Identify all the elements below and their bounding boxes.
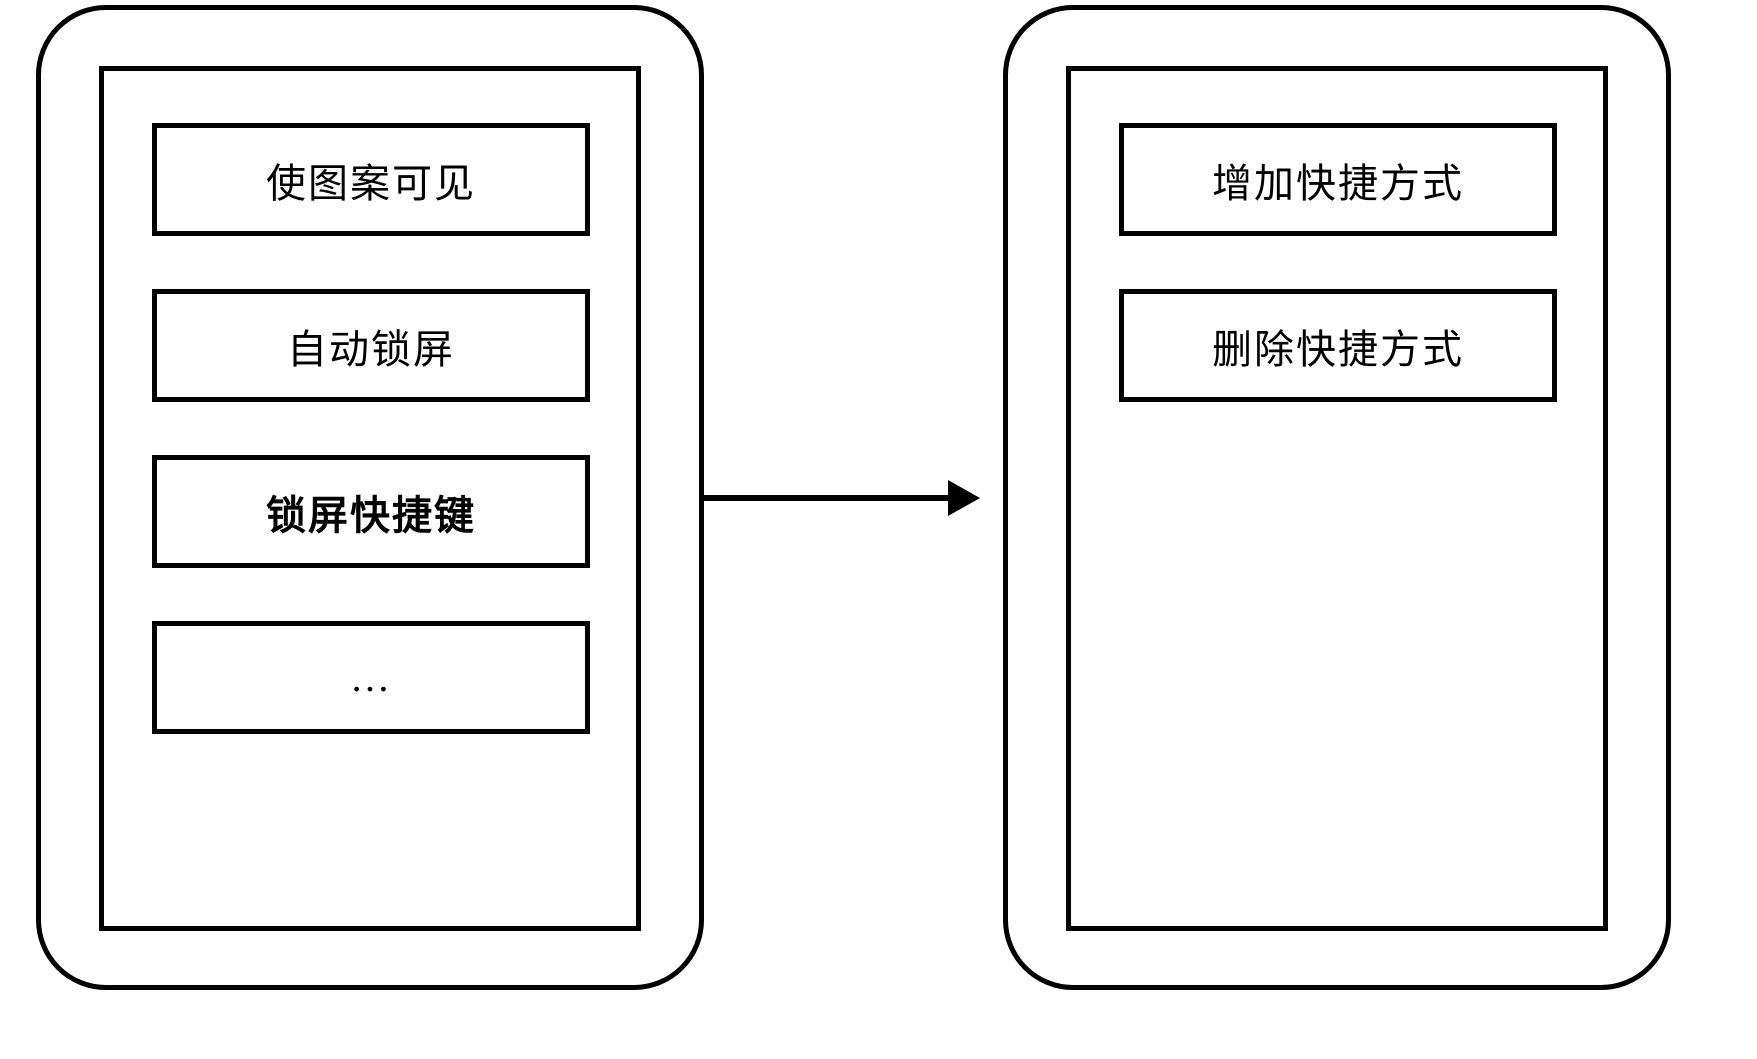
left-option-4-label: … xyxy=(350,654,392,701)
left-option-3-label: 锁屏快捷键 xyxy=(266,483,476,541)
diagram-canvas: 使图案可见 自动锁屏 锁屏快捷键 … 增加快捷方式 删除快捷方式 xyxy=(0,0,1757,1059)
arrow-shaft xyxy=(704,495,954,501)
left-option-1[interactable]: 使图案可见 xyxy=(152,123,590,236)
right-option-delete-shortcut[interactable]: 删除快捷方式 xyxy=(1119,289,1557,402)
right-option-add-label: 增加快捷方式 xyxy=(1212,151,1464,209)
right-option-delete-label: 删除快捷方式 xyxy=(1212,317,1464,375)
left-option-4-more[interactable]: … xyxy=(152,621,590,734)
left-option-1-label: 使图案可见 xyxy=(266,151,476,209)
right-option-add-shortcut[interactable]: 增加快捷方式 xyxy=(1119,123,1557,236)
arrow-head-icon xyxy=(948,480,980,516)
left-option-3-lock-shortcut[interactable]: 锁屏快捷键 xyxy=(152,455,590,568)
left-option-2-label: 自动锁屏 xyxy=(287,317,455,375)
left-option-2[interactable]: 自动锁屏 xyxy=(152,289,590,402)
